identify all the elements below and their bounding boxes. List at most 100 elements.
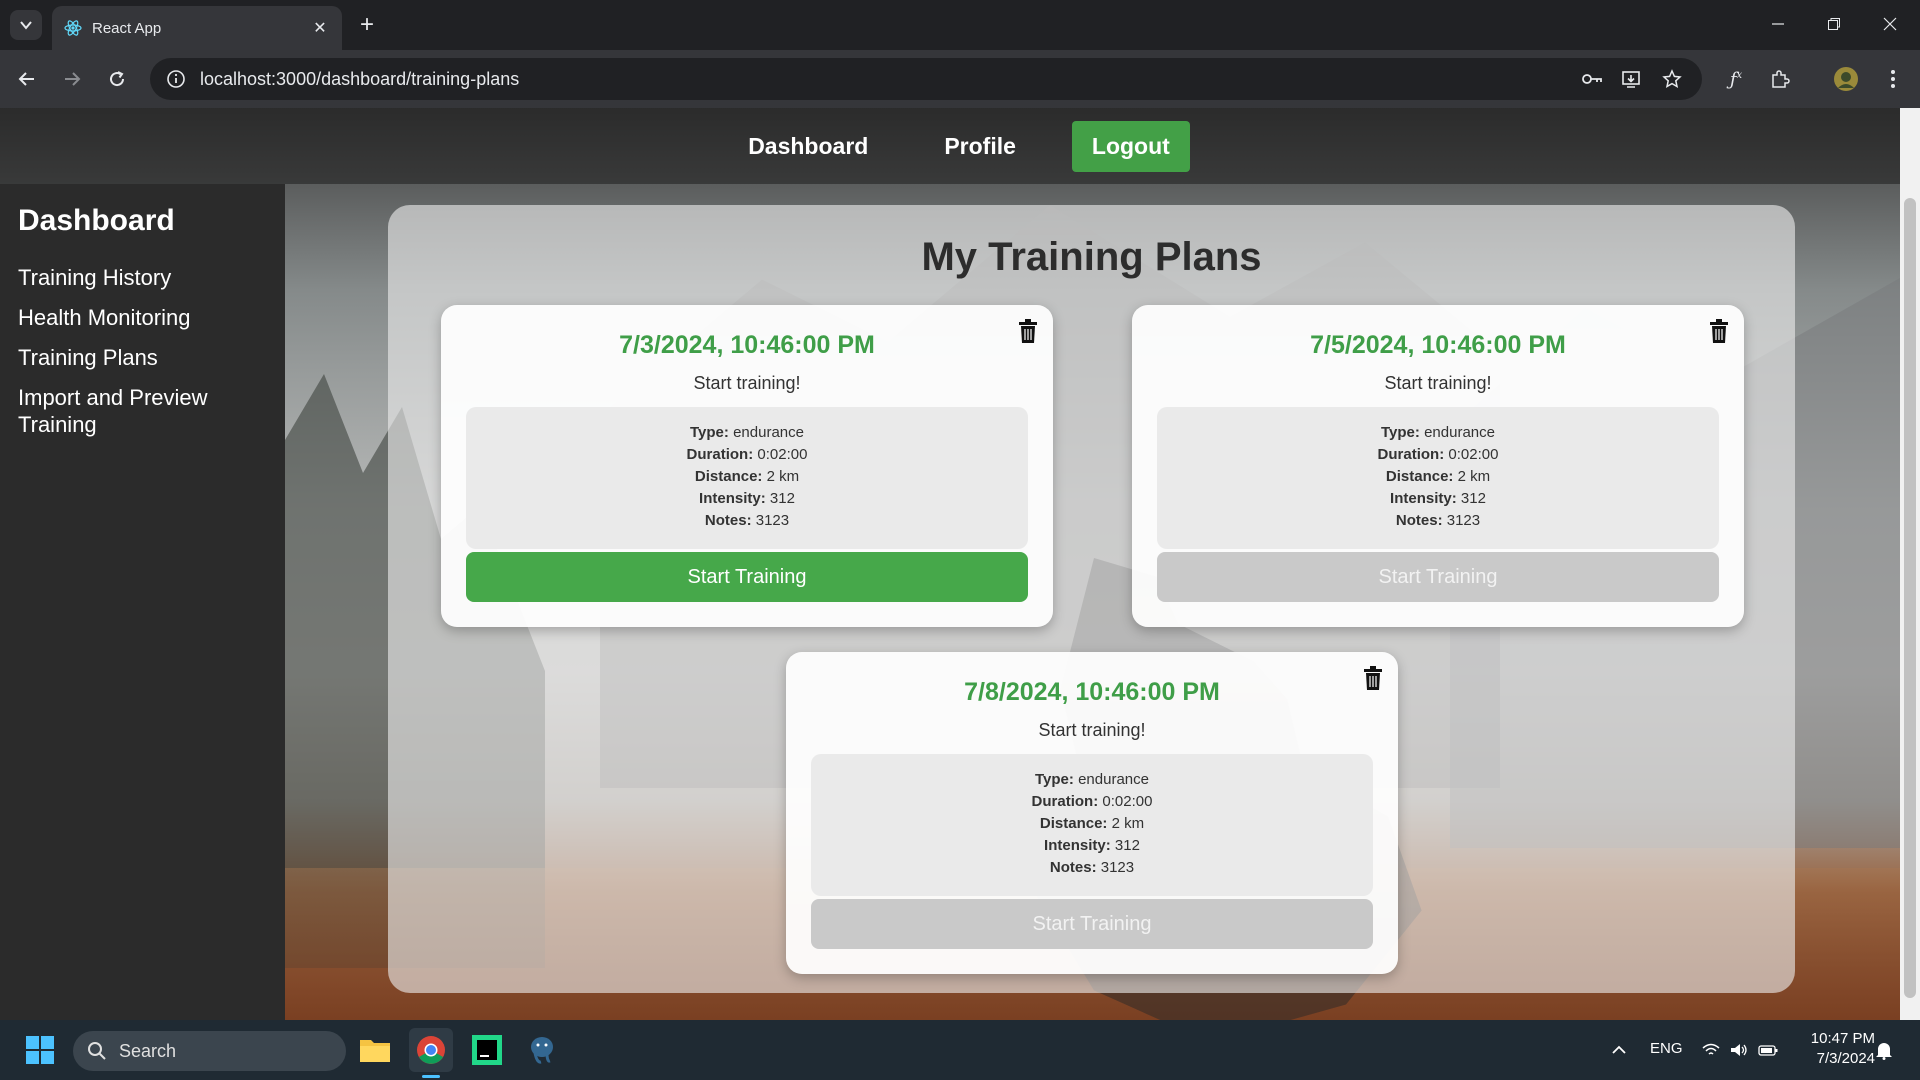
- taskbar-pycharm[interactable]: [465, 1028, 509, 1072]
- taskbar-chrome[interactable]: [409, 1028, 453, 1072]
- taskbar: Search ENG 10:47 PM 7/3/2024: [0, 1020, 1920, 1080]
- start-training-button[interactable]: Start Training: [466, 552, 1028, 602]
- duration-label: Duration:: [686, 446, 754, 463]
- page-scrollbar[interactable]: [1900, 108, 1920, 1020]
- password-button[interactable]: [1576, 63, 1608, 95]
- duration-value: 0:02:00: [1448, 446, 1499, 463]
- restore-button[interactable]: [1806, 0, 1862, 48]
- more-icon: [1891, 70, 1895, 88]
- back-button[interactable]: [11, 63, 43, 95]
- notes-value: 3123: [1446, 512, 1481, 529]
- type-label: Type:: [1381, 424, 1420, 441]
- tab-title: React App: [92, 19, 162, 37]
- file-explorer-icon: [360, 1040, 390, 1062]
- close-window-button[interactable]: [1862, 0, 1918, 48]
- duration-label: Duration:: [1031, 793, 1099, 810]
- sidebar-item-health-monitoring[interactable]: Health Monitoring: [18, 304, 267, 331]
- close-icon: [1883, 17, 1897, 31]
- sidebar-title: Dashboard: [18, 204, 175, 237]
- minimize-icon: [1772, 23, 1784, 25]
- minimize-button[interactable]: [1750, 0, 1806, 48]
- battery-icon: [1758, 1045, 1778, 1056]
- bookmark-button[interactable]: [1656, 63, 1688, 95]
- page-title: My Training Plans: [921, 235, 1262, 279]
- notes-label: Notes:: [1395, 512, 1443, 529]
- intensity-value: 312: [1460, 490, 1486, 507]
- show-hidden-icons-button[interactable]: [1597, 1028, 1641, 1072]
- postgres-icon: [531, 1037, 553, 1064]
- duration-label: Duration:: [1377, 446, 1445, 463]
- taskbar-search[interactable]: Search: [73, 1031, 346, 1071]
- plan-subtitle: Start training!: [693, 373, 801, 393]
- scrollbar-thumb[interactable]: [1904, 198, 1916, 998]
- type-value: endurance: [1424, 424, 1495, 441]
- plan-subtitle: Start training!: [1038, 720, 1146, 740]
- nav-profile-link[interactable]: Profile: [906, 133, 1054, 160]
- chevron-down-icon: [20, 21, 32, 30]
- language-indicator[interactable]: ENG: [1650, 1040, 1683, 1057]
- profile-button[interactable]: [1830, 63, 1862, 95]
- intensity-label: Intensity:: [1390, 490, 1457, 507]
- browser-tab[interactable]: React App ✕: [52, 6, 342, 50]
- restore-icon: [1828, 18, 1840, 30]
- reload-button[interactable]: [101, 63, 133, 95]
- notes-label: Notes:: [704, 512, 752, 529]
- extensions-button[interactable]: [1764, 63, 1796, 95]
- reload-icon: [110, 71, 125, 87]
- plan-details: Type: endurance Duration: 0:02:00 Distan…: [811, 754, 1373, 896]
- tab-search-button[interactable]: [10, 10, 42, 40]
- function-extension-button[interactable]: ƒx: [1720, 63, 1752, 95]
- intensity-value: 312: [1114, 837, 1140, 854]
- notifications-button[interactable]: [1864, 1028, 1904, 1072]
- clock[interactable]: 10:47 PM 7/3/2024: [1795, 1029, 1875, 1069]
- start-training-button[interactable]: Start Training: [811, 899, 1373, 949]
- system-tray[interactable]: [1690, 1028, 1790, 1072]
- taskbar-file-explorer[interactable]: [353, 1028, 397, 1072]
- page-viewport: Dashboard Profile Logout Dashboard Train…: [0, 108, 1900, 1020]
- notes-label: Notes:: [1049, 859, 1097, 876]
- new-tab-button[interactable]: +: [352, 10, 382, 40]
- distance-label: Distance:: [1385, 468, 1454, 485]
- distance-value: 2 km: [766, 468, 800, 485]
- extensions-icon: [1772, 70, 1790, 88]
- profile-avatar-icon: [1834, 67, 1858, 91]
- chevron-up-icon: [1612, 1045, 1626, 1054]
- menu-button[interactable]: [1877, 63, 1909, 95]
- install-app-button[interactable]: [1615, 63, 1647, 95]
- top-navigation: Dashboard Profile Logout: [0, 108, 1900, 184]
- install-icon: [1622, 71, 1640, 88]
- address-bar[interactable]: localhost:3000/dashboard/training-plans: [150, 58, 1702, 100]
- clock-date: 7/3/2024: [1816, 1050, 1875, 1067]
- plan-date: 7/5/2024, 10:46:00 PM: [1310, 331, 1566, 359]
- taskbar-postgres[interactable]: [520, 1028, 564, 1072]
- intensity-value: 312: [769, 490, 795, 507]
- tab-close-button[interactable]: ✕: [310, 18, 330, 38]
- volume-icon: [1731, 1044, 1747, 1056]
- chrome-icon: [417, 1036, 445, 1064]
- sidebar-item-import-preview[interactable]: Import and Preview Training: [18, 384, 238, 438]
- training-plan-card: 7/8/2024, 10:46:00 PM Start training! Ty…: [786, 652, 1398, 974]
- plan-subtitle: Start training!: [1384, 373, 1492, 393]
- wifi-icon: [1702, 1043, 1720, 1055]
- start-training-button[interactable]: Start Training: [1157, 552, 1719, 602]
- training-plans-panel: My Training Plans 7/3/2024, 10:46:00 PM …: [388, 205, 1795, 993]
- start-button[interactable]: [18, 1028, 62, 1072]
- info-icon[interactable]: [166, 69, 186, 89]
- type-label: Type:: [1035, 771, 1074, 788]
- plan-date: 7/8/2024, 10:46:00 PM: [964, 678, 1220, 706]
- sidebar-item-training-history[interactable]: Training History: [18, 264, 267, 291]
- sidebar-item-training-plans[interactable]: Training Plans: [18, 344, 267, 371]
- distance-value: 2 km: [1457, 468, 1491, 485]
- windows-start-icon: [26, 1036, 54, 1064]
- logout-button[interactable]: Logout: [1071, 120, 1190, 172]
- clock-time: 10:47 PM: [1810, 1030, 1875, 1047]
- distance-value: 2 km: [1111, 815, 1145, 832]
- plan-details: Type: endurance Duration: 0:02:00 Distan…: [1157, 407, 1719, 549]
- nav-dashboard-link[interactable]: Dashboard: [710, 133, 906, 160]
- star-icon: [1662, 69, 1682, 88]
- key-icon: [1582, 74, 1602, 84]
- sidebar: Dashboard Training History Health Monito…: [0, 184, 285, 1020]
- forward-button[interactable]: [56, 63, 88, 95]
- training-plan-card: 7/3/2024, 10:46:00 PM Start training! Ty…: [441, 305, 1053, 627]
- url-text[interactable]: localhost:3000/dashboard/training-plans: [200, 69, 519, 90]
